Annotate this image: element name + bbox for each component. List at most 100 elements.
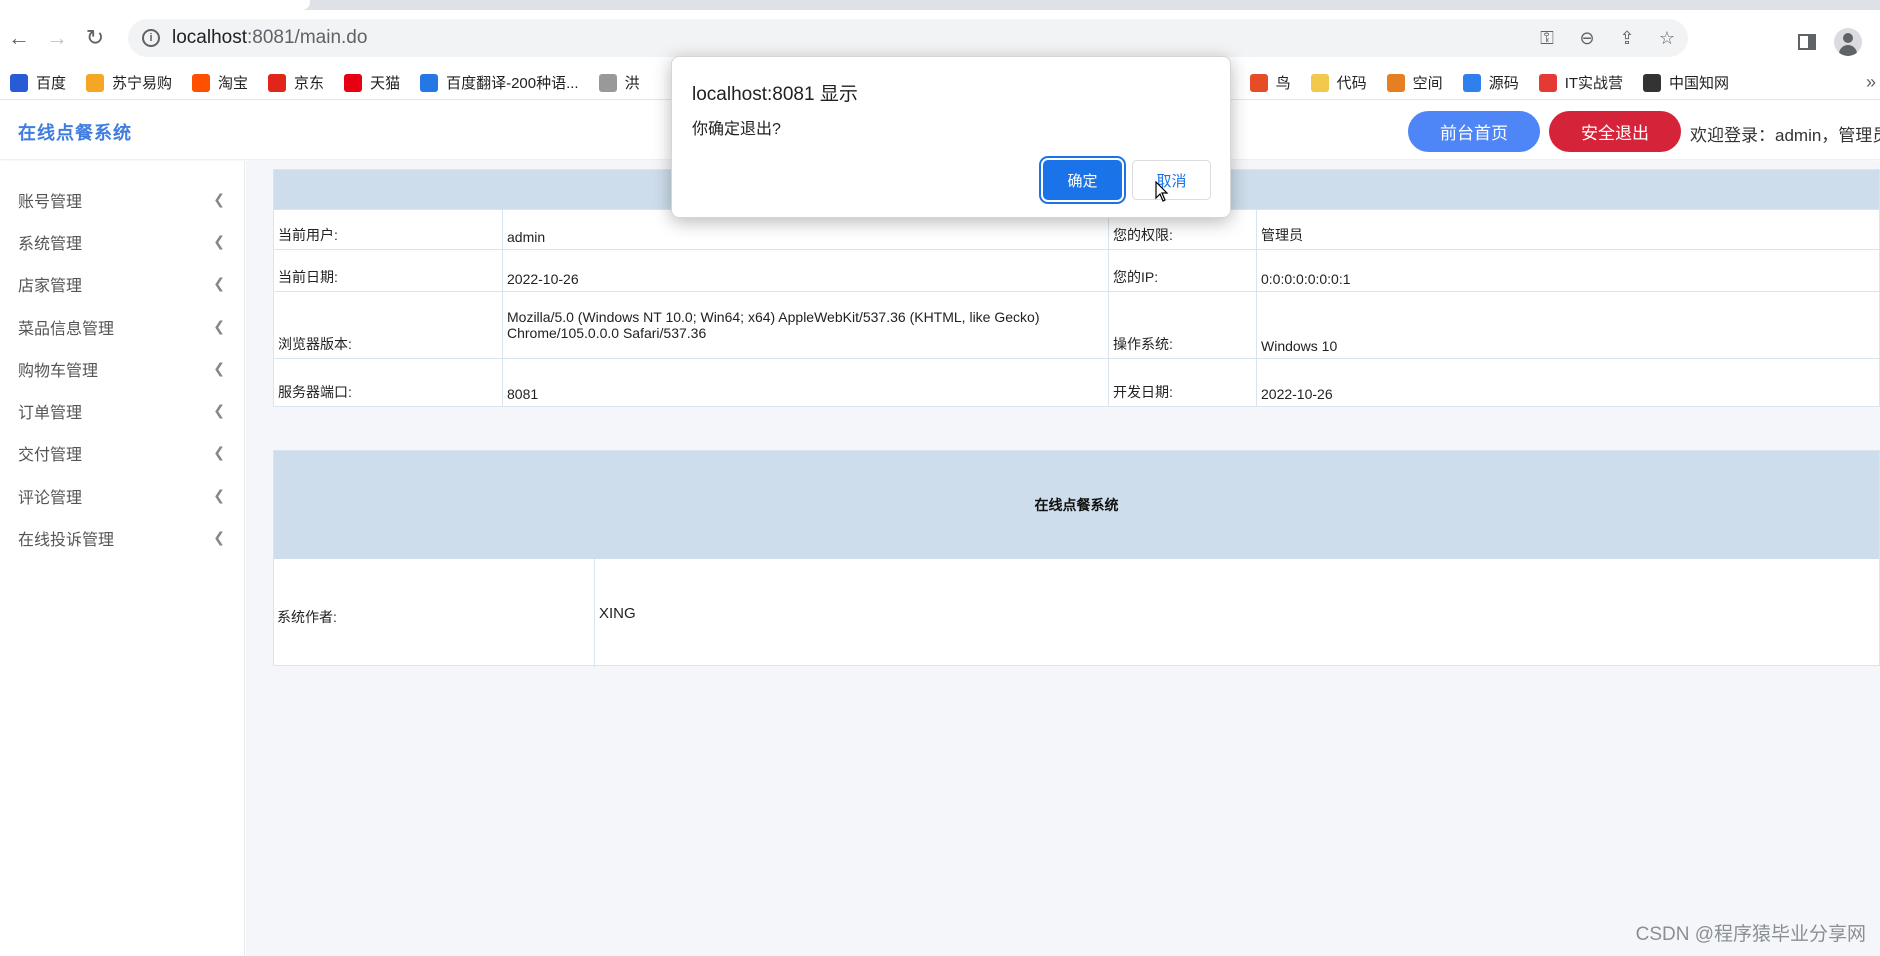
sidebar-item-label: 菜品信息管理 — [18, 321, 115, 338]
bookmark-item[interactable]: IT实战营 — [1538, 72, 1624, 93]
mouse-cursor-icon — [1155, 181, 1169, 202]
bookmark-item[interactable]: 洪 — [598, 72, 640, 93]
reload-icon: ↻ — [85, 25, 105, 50]
sidebar-item-accounts[interactable]: 账号管理 ❮ — [0, 179, 245, 221]
info-label: 浏览器版本: — [273, 291, 503, 359]
key-icon[interactable]: ⚿ — [1534, 28, 1560, 49]
profile-avatar-icon[interactable] — [1834, 28, 1862, 56]
sidebar: 账号管理 ❮ 系统管理 ❮ 店家管理 ❮ 菜品信息管理 ❮ 购物车管理 ❮ 订单管理 ❮ 交… — [0, 161, 245, 956]
bookmark-item[interactable]: 淘宝 — [192, 72, 248, 93]
sidebar-item-comments[interactable]: 评论管理 ❮ — [0, 475, 245, 517]
browser-version-line1: Mozilla/5.0 (Windows NT 10.0; Win64; x64… — [507, 309, 1040, 325]
info-label: 当前用户: — [273, 209, 503, 250]
sidebar-item-orders[interactable]: 订单管理 ❮ — [0, 390, 245, 432]
bookmark-item[interactable]: 鸟 — [1249, 72, 1291, 93]
main-content: 当前用户: admin 您的权限: 管理员 当前日期: 2022-10-26 您… — [246, 161, 1880, 956]
info-label: 操作系统: — [1108, 291, 1257, 359]
bookmark-label: 淘宝 — [218, 75, 249, 92]
sidebar-item-label: 系统管理 — [18, 236, 83, 253]
info-value: 2022-10-26 — [502, 249, 1109, 292]
info-value: 8081 — [502, 358, 1109, 407]
bookmark-label: 百度翻译-200种语... — [446, 75, 579, 92]
bookmark-label: 中国知网 — [1669, 75, 1730, 92]
sidebar-item-cart[interactable]: 购物车管理 ❮ — [0, 348, 245, 390]
welcome-text: 欢迎登录：admin，管理员 — [1690, 126, 1880, 145]
bookmark-favicon-icon — [1386, 73, 1405, 92]
bookmark-favicon-icon — [268, 73, 287, 92]
sidebar-item-label: 评论管理 — [18, 490, 83, 507]
bookmarks-more-icon[interactable]: » — [1866, 72, 1876, 93]
back-button[interactable]: ← — [0, 19, 38, 57]
bookmark-item[interactable]: 苏宁易购 — [86, 72, 172, 93]
logout-button[interactable]: 安全退出 — [1549, 111, 1681, 152]
sidebar-item-label: 购物车管理 — [18, 363, 99, 380]
confirm-ok-button[interactable]: 确定 — [1043, 160, 1122, 200]
table-row: 浏览器版本: Mozilla/5.0 (Windows NT 10.0; Win… — [273, 291, 1880, 359]
bookmark-favicon-icon — [1310, 73, 1329, 92]
zoom-icon[interactable]: ⊖ — [1574, 28, 1600, 49]
confirm-cancel-button[interactable]: 取消 — [1132, 160, 1211, 200]
bookmark-favicon-icon — [1538, 73, 1557, 92]
arrow-left-icon: ← — [8, 25, 30, 50]
bookmark-item[interactable]: 代码 — [1310, 72, 1367, 93]
bookmark-item[interactable]: 源码 — [1462, 72, 1519, 93]
divider — [594, 559, 595, 667]
dialog-message: 你确定退出? — [692, 121, 781, 138]
bookmark-item[interactable]: 中国知网 — [1643, 72, 1729, 93]
bookmark-item[interactable]: 空间 — [1386, 72, 1443, 93]
bookmark-label: 洪 — [624, 75, 640, 92]
info-value: Mozilla/5.0 (Windows NT 10.0; Win64; x64… — [502, 291, 1109, 359]
bookmark-item[interactable]: 百度翻译-200种语... — [420, 72, 579, 93]
sidebar-item-label: 店家管理 — [18, 278, 83, 295]
bookmark-label: 百度 — [36, 75, 67, 92]
system-title: 在线点餐系统 — [274, 451, 1879, 559]
bookmark-label: 京东 — [294, 75, 325, 92]
sidebar-item-stores[interactable]: 店家管理 ❮ — [0, 263, 245, 305]
info-label: 当前日期: — [273, 249, 503, 292]
active-tab[interactable] — [0, 0, 310, 10]
sidebar-item-label: 在线投诉管理 — [18, 532, 115, 549]
share-icon[interactable]: ⇪ — [1614, 28, 1640, 49]
chevron-left-icon: ❮ — [213, 233, 225, 249]
bookmark-favicon-icon — [86, 73, 105, 92]
chevron-left-icon: ❮ — [213, 360, 225, 376]
forward-button[interactable]: → — [38, 19, 76, 57]
bookmark-label: IT实战营 — [1564, 75, 1624, 92]
bookmark-label: 源码 — [1488, 75, 1519, 92]
bookmark-label: 天猫 — [370, 75, 401, 92]
chevron-left-icon: ❮ — [213, 529, 225, 545]
bookmark-favicon-icon — [344, 73, 363, 92]
sidebar-item-system[interactable]: 系统管理 ❮ — [0, 221, 245, 263]
author-value: XING — [599, 605, 636, 622]
system-credits-block: 在线点餐系统 系统作者: XING — [273, 450, 1880, 667]
bookmark-item[interactable]: 天猫 — [344, 72, 400, 93]
reload-button[interactable]: ↻ — [76, 19, 114, 57]
browser-version-line2: Chrome/105.0.0.0 Safari/537.36 — [507, 325, 707, 341]
sidebar-item-label: 订单管理 — [18, 405, 83, 422]
info-value: 管理员 — [1256, 209, 1880, 250]
sidebar-item-delivery[interactable]: 交付管理 ❮ — [0, 432, 245, 474]
author-label: 系统作者: — [277, 609, 337, 625]
arrow-right-icon: → — [46, 25, 68, 50]
chevron-left-icon: ❮ — [213, 318, 225, 334]
sidebar-item-complaints[interactable]: 在线投诉管理 ❮ — [0, 517, 245, 559]
sidebar-item-dishes[interactable]: 菜品信息管理 ❮ — [0, 306, 245, 348]
url-path: :8081/main.do — [247, 27, 368, 48]
info-icon[interactable]: i — [142, 29, 160, 47]
dialog-title: localhost:8081 显示 — [692, 84, 858, 105]
tab-strip — [0, 0, 1880, 10]
bookmark-label: 代码 — [1336, 75, 1367, 92]
app-brand[interactable]: 在线点餐系统 — [18, 119, 132, 145]
side-panel-icon[interactable] — [1798, 34, 1816, 50]
info-value: 2022-10-26 — [1256, 358, 1880, 407]
address-bar[interactable]: i localhost:8081/main.do ⚿ ⊖ ⇪ ☆ — [128, 19, 1688, 57]
bookmark-favicon-icon — [192, 73, 211, 92]
bookmark-item[interactable]: 京东 — [268, 72, 324, 93]
omnibox-actions: ⚿ ⊖ ⇪ ☆ — [1534, 19, 1680, 57]
star-icon[interactable]: ☆ — [1654, 28, 1680, 49]
info-label: 您的IP: — [1108, 249, 1257, 292]
frontend-home-button[interactable]: 前台首页 — [1408, 111, 1540, 152]
bookmark-item[interactable]: 百度 — [10, 72, 66, 93]
info-label: 开发日期: — [1108, 358, 1257, 407]
url-text[interactable]: localhost:8081/main.do — [172, 27, 367, 49]
